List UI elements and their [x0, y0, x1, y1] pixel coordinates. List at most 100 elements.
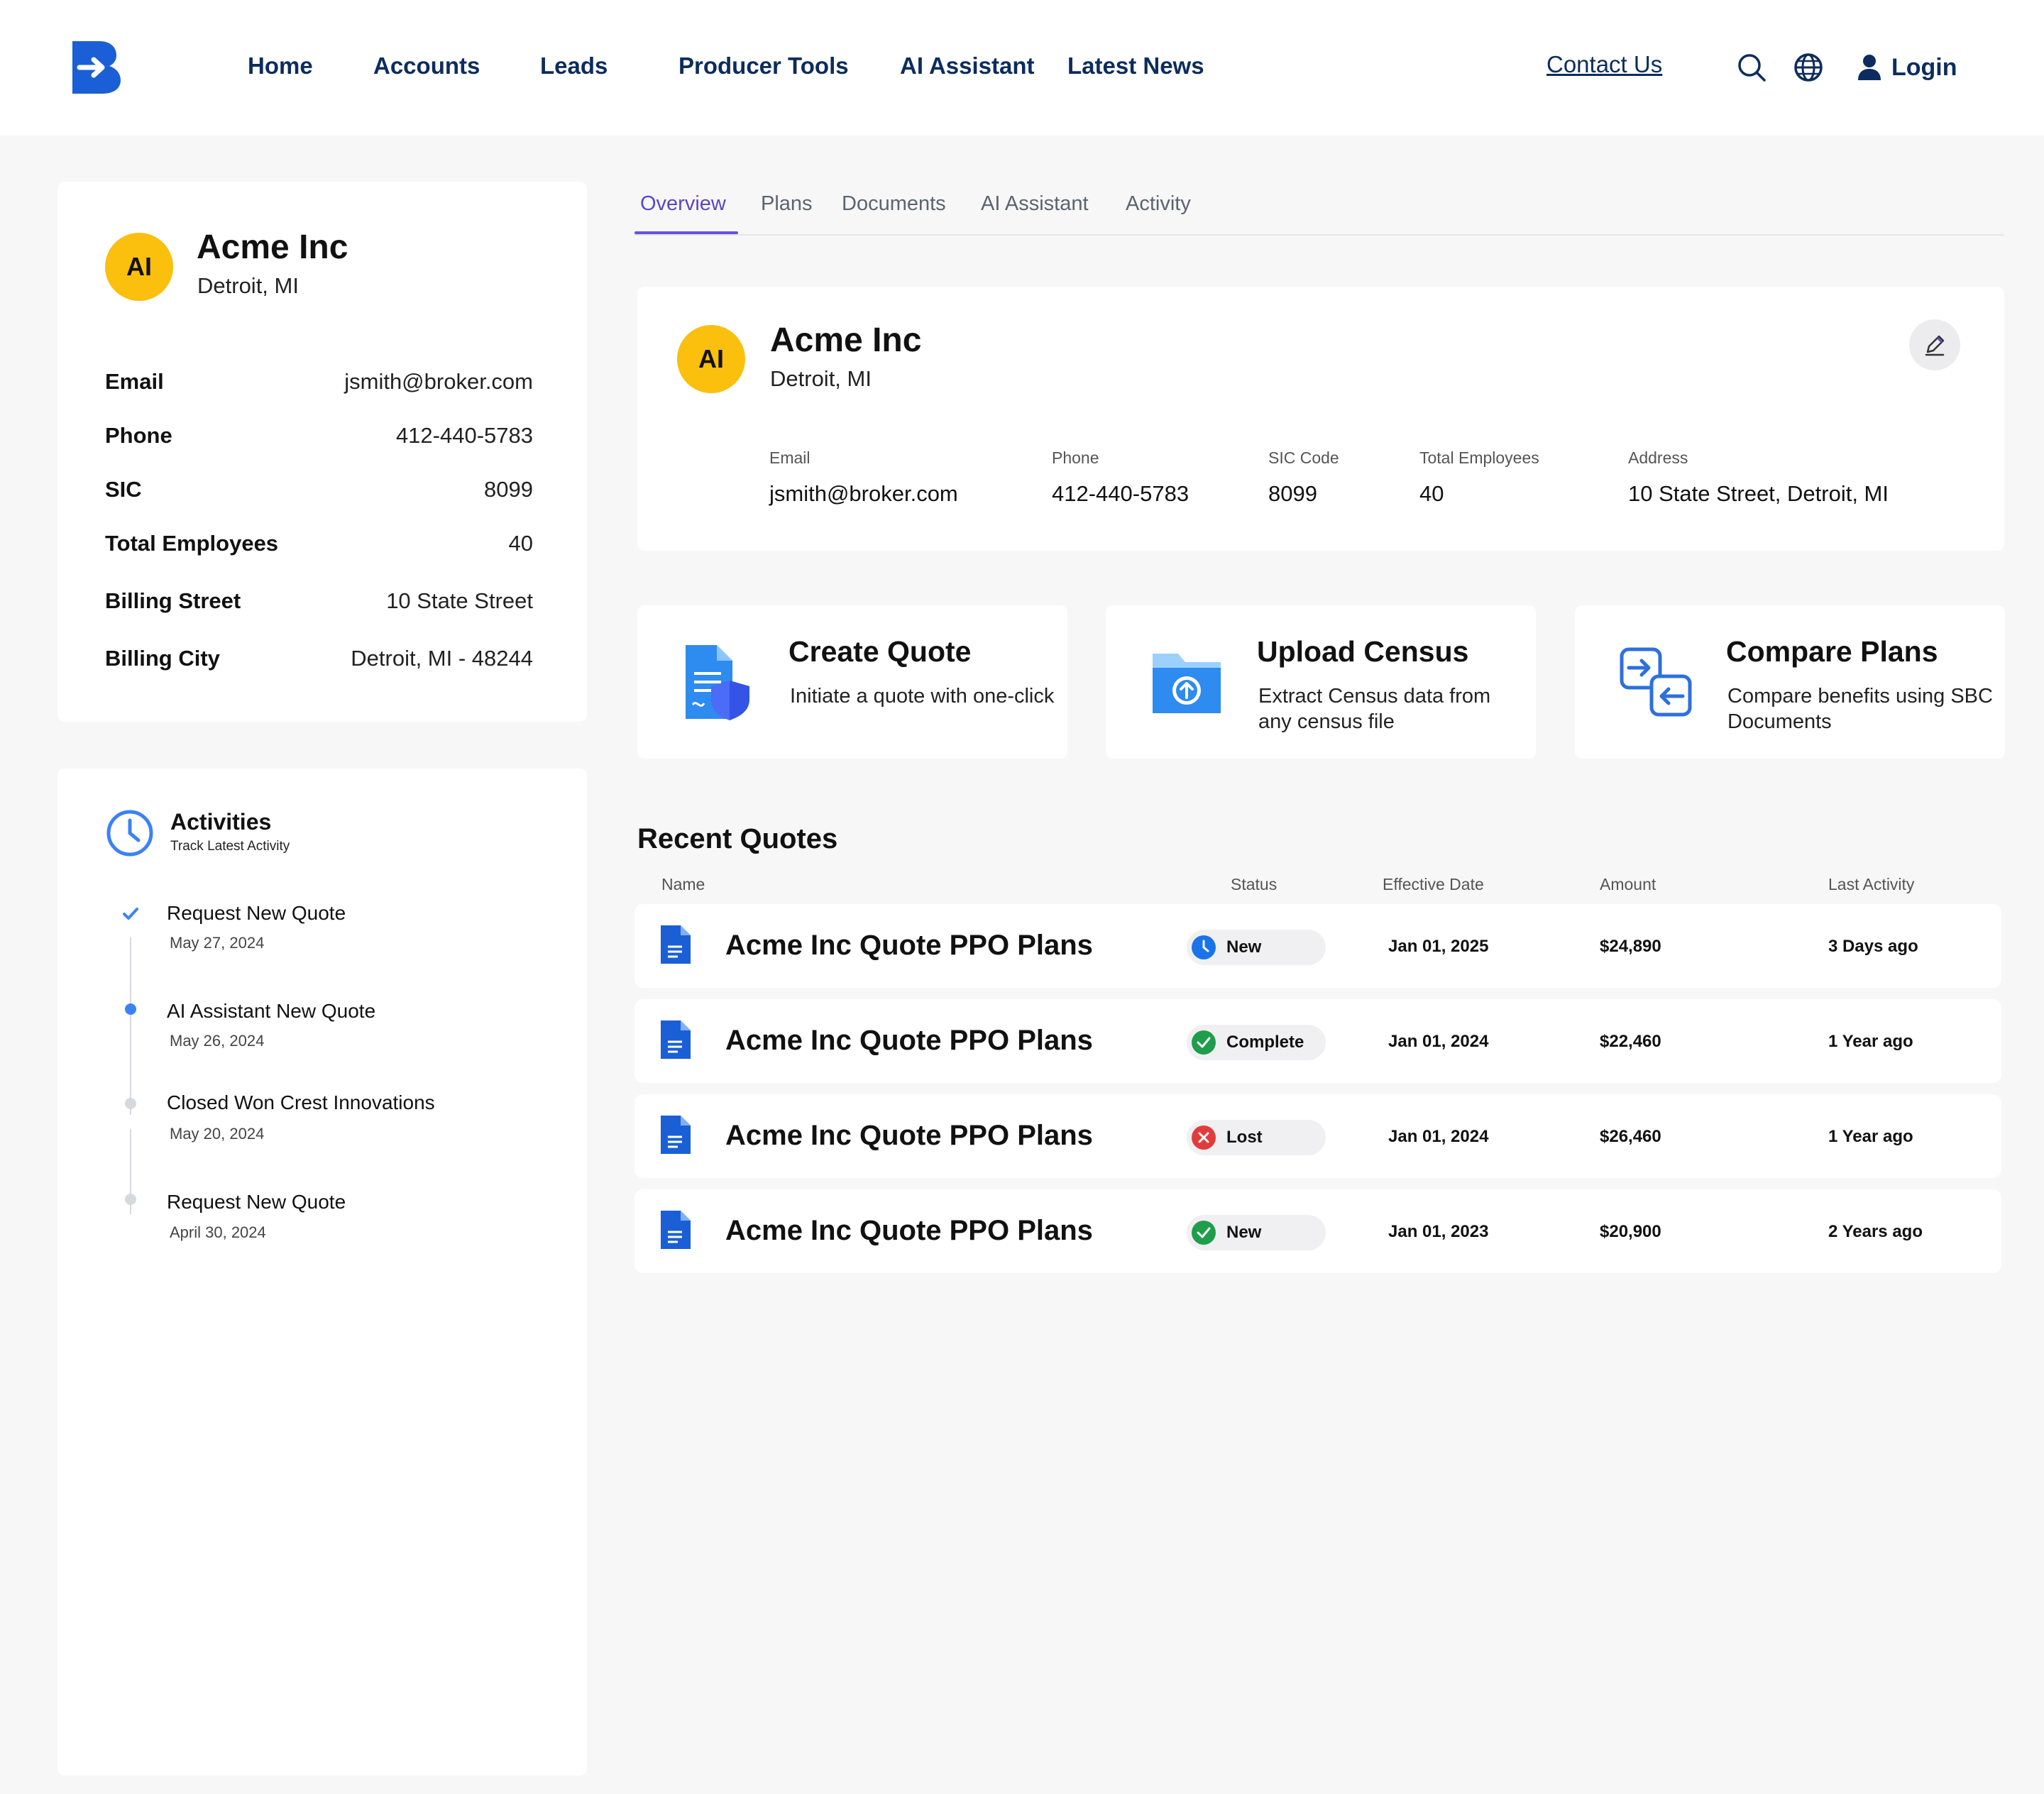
amount: $24,890 [1600, 937, 1661, 956]
brand-logo-icon[interactable] [70, 41, 121, 94]
edit-button[interactable] [1909, 319, 1960, 370]
check-icon [123, 908, 138, 920]
nav-leads[interactable]: Leads [540, 53, 608, 79]
activity-title: Request New Quote [167, 902, 346, 924]
action-description: Initiate a quote with one-click [790, 685, 1055, 708]
contact-us-link[interactable]: Contact Us [1546, 51, 1662, 78]
upload-folder-icon [1153, 654, 1221, 713]
column-header-name: Name [661, 875, 705, 893]
tab-overview[interactable]: Overview [640, 192, 726, 216]
timeline-dot [125, 1003, 136, 1015]
quote-row[interactable]: Acme Inc Quote PPO Plans New Jan 01, 202… [634, 904, 2001, 988]
tab-documents[interactable]: Documents [842, 192, 946, 216]
detail-row-email: Email jsmith@broker.com [105, 367, 533, 397]
detail-row-sic: SIC 8099 [105, 475, 533, 505]
detail-value: 10 State Street [386, 588, 533, 613]
nav-ai-assistant[interactable]: AI Assistant [900, 53, 1035, 79]
account-profile-card: AI Acme Inc Detroit, MI Email jsmith@bro… [637, 287, 2004, 551]
create-quote-card[interactable]: Create Quote Initiate a quote with one-c… [637, 605, 1067, 759]
field-label-employees: Total Employees [1419, 448, 1539, 467]
top-navbar: Home Accounts Leads Producer Tools AI As… [0, 0, 2044, 136]
status-text: New [1226, 937, 1262, 957]
search-icon[interactable] [1736, 52, 1767, 83]
quote-name: Acme Inc Quote PPO Plans [725, 930, 1093, 961]
compare-plans-card[interactable]: Compare Plans Compare benefits using SBC… [1575, 605, 2005, 759]
check-icon [1192, 1030, 1216, 1055]
quote-row[interactable]: Acme Inc Quote PPO Plans New Jan 01, 202… [634, 1189, 2001, 1273]
activity-title: AI Assistant New Quote [167, 1000, 376, 1022]
globe-icon[interactable] [1793, 52, 1824, 83]
login-label: Login [1891, 53, 1957, 81]
clock-icon [106, 810, 153, 857]
column-header-status: Status [1231, 875, 1278, 893]
status-text: Complete [1226, 1033, 1304, 1052]
detail-value: 40 [508, 531, 533, 556]
login-button[interactable]: Login [1857, 51, 1957, 84]
document-icon [661, 1116, 691, 1154]
recent-quotes-title: Recent Quotes [637, 823, 838, 854]
quote-name: Acme Inc Quote PPO Plans [725, 1215, 1093, 1246]
timeline-connector [130, 937, 131, 1051]
detail-label: Phone [105, 423, 172, 448]
field-value-phone: 412-440-5783 [1052, 481, 1189, 506]
last-activity: 1 Year ago [1828, 1032, 1913, 1051]
document-icon [661, 1020, 691, 1059]
company-location: Detroit, MI [770, 366, 872, 391]
company-avatar: AI [105, 233, 173, 301]
action-title: Create Quote [789, 635, 972, 668]
compare-arrows-icon [1620, 647, 1692, 717]
tabs-divider [634, 234, 2004, 236]
detail-label: Billing Street [105, 588, 241, 613]
clock-icon [1192, 935, 1216, 959]
upload-census-card[interactable]: Upload Census Extract Census data from a… [1106, 605, 1536, 759]
action-description: Compare benefits using SBC Documents [1727, 685, 1993, 733]
user-icon [1858, 55, 1881, 80]
activity-title: Request New Quote [167, 1191, 346, 1213]
tab-ai-assistant[interactable]: AI Assistant [981, 192, 1089, 216]
activity-date: May 27, 2024 [170, 934, 265, 952]
detail-row-employees: Total Employees 40 [105, 529, 533, 558]
nav-accounts[interactable]: Accounts [373, 53, 480, 79]
field-label-sic: SIC Code [1268, 448, 1339, 467]
nav-producer-tools[interactable]: Producer Tools [678, 53, 849, 79]
action-title: Compare Plans [1726, 635, 1938, 668]
nav-home[interactable]: Home [248, 53, 313, 79]
field-value-email: jsmith@broker.com [769, 481, 958, 506]
field-value-sic: 8099 [1268, 481, 1317, 506]
last-activity: 1 Year ago [1828, 1127, 1913, 1146]
status-text: Lost [1226, 1128, 1263, 1147]
detail-value: 412-440-5783 [395, 423, 533, 448]
status-badge: Complete [1187, 1025, 1326, 1060]
company-location: Detroit, MI [197, 273, 299, 298]
detail-value: jsmith@broker.com [344, 369, 533, 394]
nav-latest-news[interactable]: Latest News [1067, 53, 1204, 79]
quote-row[interactable]: Acme Inc Quote PPO Plans Lost Jan 01, 20… [634, 1094, 2001, 1178]
pencil-icon [1925, 335, 1945, 356]
company-name: Acme Inc [197, 229, 348, 266]
detail-label: Billing City [105, 646, 220, 671]
field-label-address: Address [1628, 448, 1688, 467]
status-badge: Lost [1187, 1120, 1326, 1155]
last-activity: 2 Years ago [1828, 1222, 1923, 1241]
amount: $22,460 [1600, 1032, 1661, 1051]
quote-shield-icon [686, 645, 749, 720]
timeline-dot [125, 1098, 136, 1109]
field-label-phone: Phone [1052, 448, 1099, 467]
account-summary-card: AI Acme Inc Detroit, MI Email jsmith@bro… [57, 182, 587, 722]
detail-label: Total Employees [105, 531, 279, 556]
detail-label: Email [105, 369, 164, 394]
x-icon [1192, 1126, 1216, 1150]
last-activity: 3 Days ago [1828, 937, 1918, 956]
effective-date: Jan 01, 2025 [1388, 937, 1489, 956]
activity-title: Closed Won Crest Innovations [167, 1091, 435, 1113]
activities-title: Activities [170, 809, 272, 835]
column-header-amount: Amount [1600, 875, 1656, 893]
quote-row[interactable]: Acme Inc Quote PPO Plans Complete Jan 01… [634, 999, 2001, 1083]
activity-date: April 30, 2024 [170, 1223, 266, 1241]
status-badge: New [1187, 930, 1326, 965]
tab-plans[interactable]: Plans [761, 192, 813, 216]
detail-value: Detroit, MI - 48244 [351, 646, 533, 671]
tab-activity[interactable]: Activity [1126, 192, 1191, 216]
amount: $26,460 [1600, 1127, 1661, 1146]
status-badge: New [1187, 1215, 1326, 1250]
